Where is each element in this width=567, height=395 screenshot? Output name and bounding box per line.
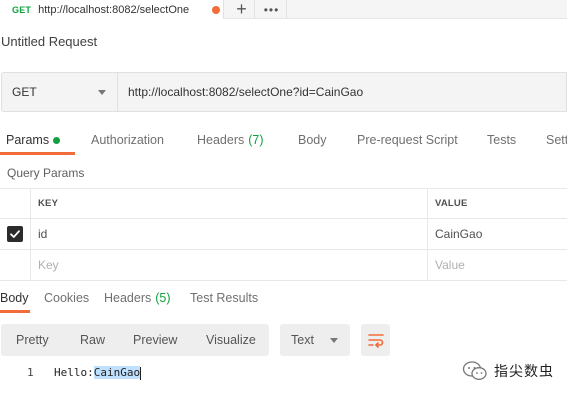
- tab-response-headers-label: Headers: [104, 291, 152, 305]
- http-method-value: GET: [12, 85, 37, 99]
- column-header-key: KEY: [31, 189, 428, 218]
- response-active-tab-indicator: [0, 310, 30, 313]
- tab-params-label: Params: [6, 133, 50, 147]
- table-header-row: KEY VALUE: [0, 188, 567, 219]
- tab-settings[interactable]: Settings: [546, 126, 567, 154]
- checkmark-icon: [10, 230, 20, 238]
- preview-button[interactable]: Preview: [133, 324, 177, 356]
- tab-cookies[interactable]: Cookies: [44, 283, 89, 313]
- response-format-select[interactable]: Text: [280, 324, 350, 356]
- new-param-value-field[interactable]: Value: [428, 250, 567, 280]
- http-method-select[interactable]: GET: [1, 72, 117, 112]
- new-param-key-field[interactable]: Key: [31, 250, 428, 280]
- param-value-value: CainGao: [435, 227, 483, 241]
- view-mode-segmented-control: Pretty Raw Preview Visualize: [1, 324, 269, 356]
- key-placeholder: Key: [38, 258, 59, 272]
- query-params-heading: Query Params: [7, 166, 85, 180]
- tab-response-headers-count: (5): [155, 291, 171, 305]
- response-body-text[interactable]: Hello:CainGao: [54, 366, 142, 380]
- tab-pre-request-script-label: Pre-request Script: [357, 133, 458, 147]
- url-input[interactable]: http://localhost:8082/selectOne?id=CainG…: [117, 72, 567, 112]
- tab-params[interactable]: Params: [6, 126, 61, 154]
- watermark-text: 指尖数虫: [494, 364, 554, 380]
- tab-headers-count: (7): [248, 133, 264, 147]
- response-prefix-text: Hello:: [54, 366, 94, 379]
- more-tabs-button[interactable]: •••: [257, 0, 287, 19]
- request-tabs: Params Authorization Headers (7) Body Pr…: [0, 126, 567, 154]
- row-check-cell: [0, 250, 31, 280]
- tab-authorization[interactable]: Authorization: [91, 126, 164, 154]
- url-value: http://localhost:8082/selectOne?id=CainG…: [128, 85, 364, 99]
- row-check-cell: [0, 219, 31, 249]
- request-tab[interactable]: GET http://localhost:8082/selectOne: [0, 0, 224, 19]
- chevron-down-icon: [330, 338, 338, 343]
- tab-tests-label: Tests: [487, 133, 517, 147]
- tab-test-results[interactable]: Test Results: [190, 283, 258, 313]
- param-key-field[interactable]: id: [31, 219, 428, 249]
- tab-cookies-label: Cookies: [44, 291, 90, 305]
- column-header-value: VALUE: [435, 198, 468, 209]
- tab-pre-request-script[interactable]: Pre-request Script: [357, 126, 458, 154]
- tab-response-body[interactable]: Body: [0, 283, 29, 313]
- new-tab-button[interactable]: +: [229, 0, 255, 19]
- wechat-icon: [462, 361, 487, 380]
- table-row: id CainGao: [0, 219, 567, 250]
- param-enabled-checkbox[interactable]: [7, 226, 23, 242]
- tab-response-body-label: Body: [0, 291, 29, 305]
- wrap-lines-button[interactable]: [361, 324, 390, 356]
- tab-body-label: Body: [298, 133, 327, 147]
- tab-headers-label: Headers: [197, 133, 245, 147]
- response-highlighted-text: CainGao: [93, 366, 141, 379]
- text-cursor: [140, 366, 142, 380]
- value-placeholder: Value: [435, 258, 465, 272]
- chevron-down-icon: [98, 90, 106, 95]
- params-active-dot: [53, 136, 61, 144]
- tab-test-results-label: Test Results: [190, 291, 259, 305]
- watermark: 指尖数虫: [462, 358, 566, 384]
- header-check-cell: [0, 189, 31, 218]
- request-tab-url: http://localhost:8082/selectOne: [38, 3, 190, 16]
- param-key-value: id: [38, 227, 48, 241]
- request-tab-bar: GET http://localhost:8082/selectOne + ••…: [0, 0, 567, 19]
- tab-settings-label: Settings: [546, 133, 567, 147]
- param-value-field[interactable]: CainGao: [428, 219, 567, 249]
- response-tabs: Body Cookies Headers (5) Test Results: [0, 283, 567, 313]
- visualize-button[interactable]: Visualize: [206, 324, 256, 356]
- response-format-value: Text: [291, 333, 314, 347]
- request-tab-method: GET: [12, 4, 32, 15]
- active-tab-indicator: [0, 152, 75, 155]
- tab-headers[interactable]: Headers (7): [197, 126, 264, 154]
- unsaved-changes-dot: [212, 5, 221, 14]
- tab-response-headers[interactable]: Headers (5): [104, 283, 171, 313]
- raw-button[interactable]: Raw: [80, 324, 105, 356]
- request-title[interactable]: Untitled Request: [1, 34, 97, 49]
- tab-tests[interactable]: Tests: [487, 126, 516, 154]
- tab-authorization-label: Authorization: [91, 133, 164, 147]
- tab-body[interactable]: Body: [298, 126, 327, 154]
- pretty-button[interactable]: Pretty: [16, 324, 49, 356]
- wrap-lines-icon: [367, 334, 384, 348]
- line-number: 1: [27, 366, 34, 379]
- table-row: Key Value: [0, 250, 567, 281]
